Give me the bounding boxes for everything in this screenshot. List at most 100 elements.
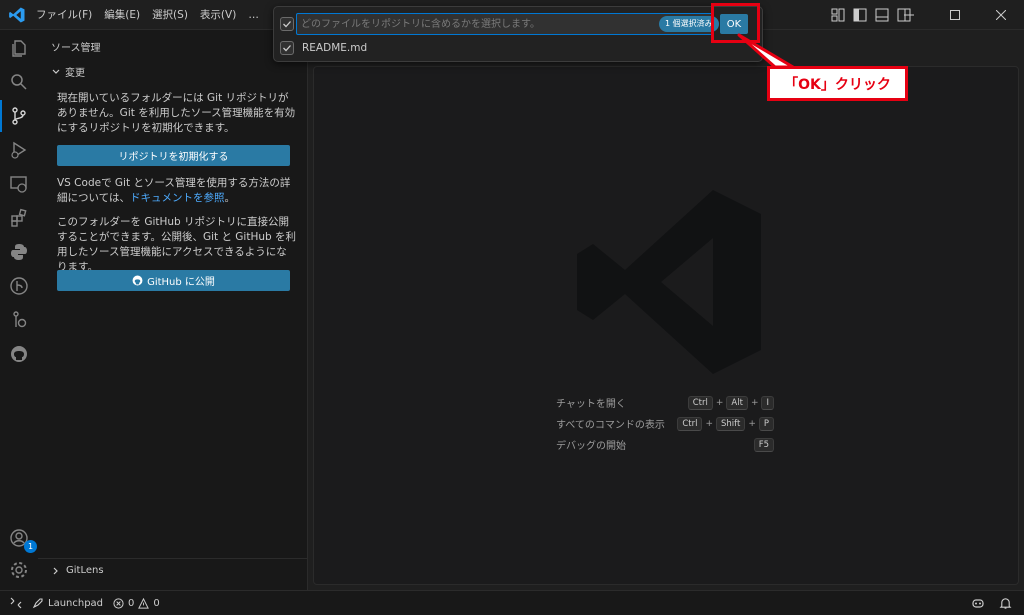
shortcut-keys: Ctrl + Alt + I (676, 395, 774, 410)
manage-button[interactable] (7, 558, 31, 582)
quick-pick-input[interactable] (296, 13, 713, 35)
gitlens-section-label: GitLens (66, 565, 104, 576)
search-icon (11, 74, 27, 90)
run-debug-button[interactable] (7, 138, 31, 162)
menu-selection[interactable]: 選択(S) (146, 0, 194, 30)
gear-icon (11, 562, 27, 578)
select-all-checkbox[interactable] (280, 17, 294, 31)
minimize-icon (904, 14, 914, 16)
docs-end: 。 (224, 192, 235, 204)
close-icon (996, 10, 1006, 20)
maximize-icon (950, 10, 960, 20)
github-button[interactable] (7, 342, 31, 366)
shortcut-keys: Ctrl + Shift + P (676, 416, 774, 431)
selected-count-badge: 1 個選択済み (659, 16, 719, 32)
explorer-button[interactable] (7, 36, 31, 60)
keycap: Alt (726, 395, 748, 410)
publish-message: このフォルダーを GitHub リポジトリに直接公開することができます。公開後、… (57, 216, 297, 273)
check-icon (283, 21, 291, 28)
menu-view[interactable]: 表示(V) (194, 0, 242, 30)
status-right (971, 591, 1012, 615)
keycap: Ctrl (677, 416, 703, 431)
remote-explorer-button[interactable] (7, 172, 31, 196)
error-count: 0 (128, 597, 135, 609)
editor-area: チャットを開く Ctrl + Alt + I すべてのコマンドの表示 Ctrl + S… (313, 66, 1019, 585)
gitlens-icon (10, 277, 28, 295)
vscode-watermark-icon (577, 190, 761, 374)
file-list-item[interactable]: README.md (280, 41, 367, 55)
shortcut-row: チャットを開く Ctrl + Alt + I (556, 392, 774, 413)
keycap: P (758, 416, 774, 431)
launchpad-label: Launchpad (48, 597, 104, 609)
source-control-button[interactable] (0, 100, 31, 132)
menu-more[interactable]: … (242, 0, 265, 30)
files-icon (12, 40, 26, 57)
status-bar: Launchpad 0 0 (0, 590, 1024, 615)
shortcut-row: デバッグの開始 F5 (556, 434, 774, 455)
accounts-button[interactable]: 1 (7, 526, 37, 553)
publish-to-github-button[interactable]: GitHub に公開 (57, 270, 290, 291)
extensions-icon (11, 208, 27, 227)
menu-bar: ファイル(F) 編集(E) 選択(S) 表示(V) … (30, 0, 265, 30)
initialize-repository-label: リポジトリを初期化する (118, 152, 229, 163)
accounts-badge: 1 (24, 540, 37, 553)
remote-explorer-icon (10, 176, 27, 193)
customize-layout-icon[interactable] (830, 7, 846, 23)
docs-link[interactable]: ドキュメントを参照 (130, 192, 225, 204)
file-name: README.md (302, 42, 368, 54)
gitlens-inspect-button[interactable] (7, 308, 31, 332)
keycap: Ctrl (687, 395, 713, 410)
keycap: F5 (753, 437, 774, 452)
github-icon (132, 275, 143, 286)
python-button[interactable] (7, 240, 31, 264)
close-button[interactable] (978, 0, 1024, 30)
launchpad-status[interactable]: Launchpad (32, 597, 103, 609)
initialize-repository-button[interactable]: リポジトリを初期化する (57, 145, 290, 166)
annotation-callout: 「OK」クリック (767, 66, 908, 101)
gitlens-inspect-icon (13, 311, 27, 328)
window-controls (886, 0, 1024, 30)
shortcut-row: すべてのコマンドの表示 Ctrl + Shift + P (556, 413, 774, 434)
problems-status[interactable]: 0 0 (113, 597, 160, 609)
keycap: I (761, 395, 774, 410)
gitlens-section-header[interactable]: GitLens (38, 558, 307, 582)
publish-to-github-label: GitHub に公開 (147, 277, 215, 288)
maximize-button[interactable] (932, 0, 978, 30)
shortcut-keys: F5 (676, 437, 774, 452)
minimize-button[interactable] (886, 0, 932, 30)
copilot-icon[interactable] (971, 596, 985, 610)
check-icon (283, 45, 291, 52)
run-debug-icon (11, 141, 27, 159)
sidebar-title: ソース管理 (51, 43, 101, 54)
rocket-icon (32, 598, 43, 609)
activity-bar: 1 (0, 30, 38, 590)
vscode-logo-icon (9, 7, 25, 23)
extensions-button[interactable] (7, 206, 31, 230)
bell-icon[interactable] (999, 597, 1012, 610)
quick-pick-widget: 1 個選択済み OK README.md (273, 6, 763, 62)
source-control-icon (12, 107, 26, 125)
keycap: Shift (715, 416, 746, 431)
no-repo-message: 現在開いているフォルダーには Git リポジトリがありません。Git を利用した… (57, 92, 296, 134)
warning-icon (138, 597, 150, 609)
toggle-primary-sidebar-icon[interactable] (852, 7, 868, 23)
gitlens-button[interactable] (7, 274, 31, 298)
remote-icon[interactable] (10, 597, 22, 609)
warning-count: 0 (153, 597, 160, 609)
changes-section-header[interactable]: 変更 (51, 64, 85, 79)
source-control-sidebar: ソース管理 変更 現在開いているフォルダーには Git リポジトリがありません。… (38, 30, 308, 590)
status-left: Launchpad 0 0 (10, 591, 160, 615)
shortcut-label: デバッグの開始 (556, 441, 626, 452)
shortcut-label: チャットを開く (556, 399, 626, 410)
chevron-down-icon (52, 69, 60, 74)
shortcut-label: すべてのコマンドの表示 (556, 420, 665, 431)
search-button[interactable] (7, 70, 31, 94)
file-checkbox[interactable] (280, 41, 294, 55)
menu-edit[interactable]: 編集(E) (98, 0, 146, 30)
shortcut-hints: チャットを開く Ctrl + Alt + I すべてのコマンドの表示 Ctrl + S… (556, 392, 774, 455)
menu-file[interactable]: ファイル(F) (30, 0, 98, 30)
error-icon (113, 597, 124, 609)
docs-message: VS Codeで Git とソース管理を使用する方法の詳細については、ドキュメン… (57, 176, 297, 206)
python-icon (11, 244, 27, 260)
chevron-right-icon (53, 567, 58, 574)
